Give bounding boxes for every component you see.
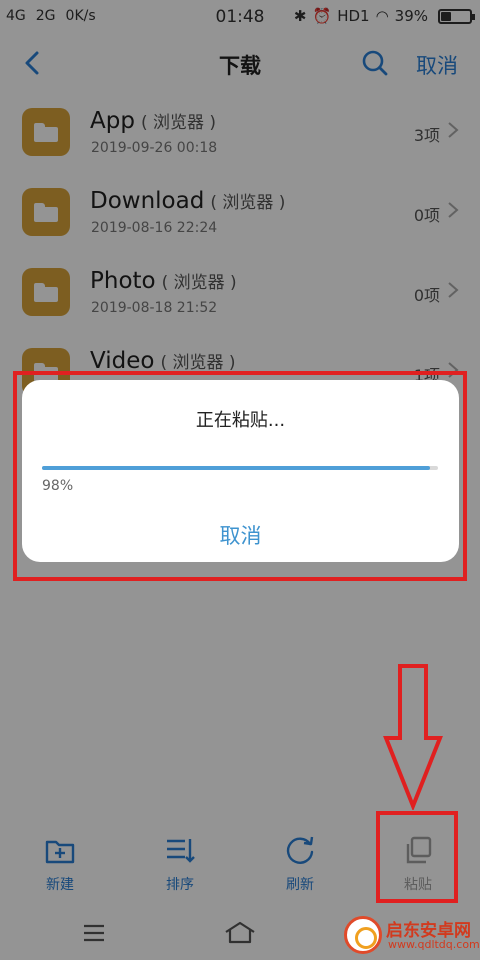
watermark: 启东安卓网 www.qdltdq.com [344,914,480,958]
watermark-url: www.qdltdq.com [388,938,480,951]
watermark-logo [344,916,382,954]
highlight-box-dialog [13,371,467,581]
down-arrow-annotation [383,664,443,810]
highlight-box-paste [376,811,458,903]
